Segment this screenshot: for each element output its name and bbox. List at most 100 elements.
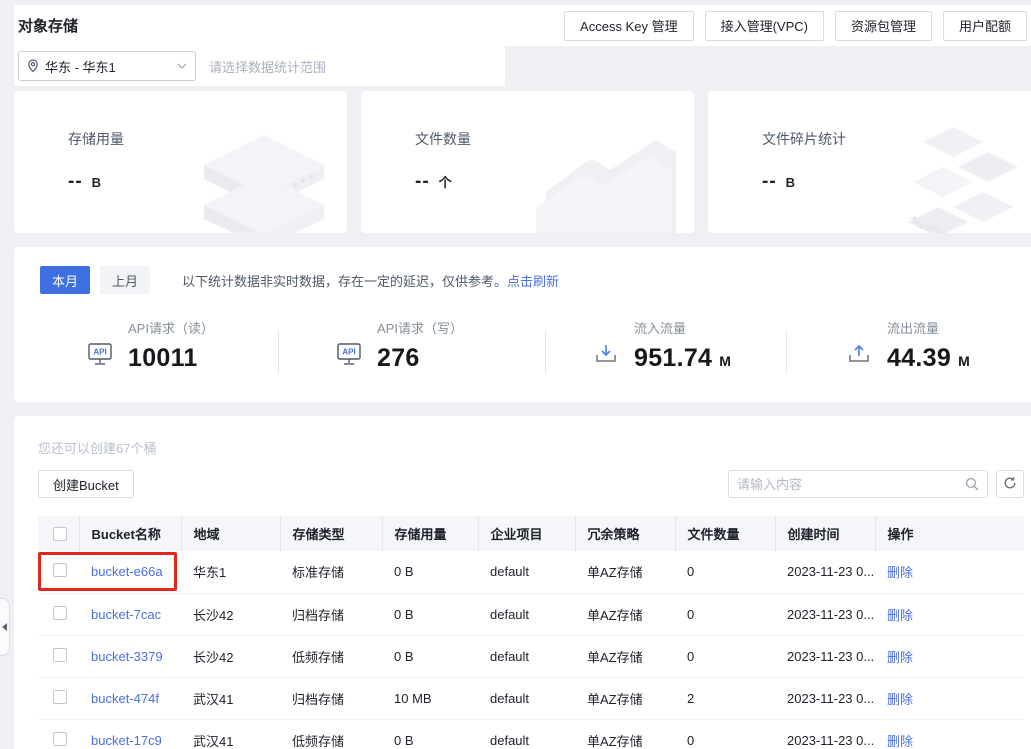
column-header-bucket-name: Bucket名称 — [79, 516, 181, 551]
table-row: bucket-3379 长沙42 低频存储 0 B default 单AZ存储 … — [38, 635, 1024, 677]
column-header-enterprise-project: 企业项目 — [478, 516, 575, 551]
column-header-actions: 操作 — [875, 516, 1024, 551]
row-checkbox[interactable] — [53, 563, 67, 577]
chevron-down-icon — [177, 63, 187, 69]
bucket-name-link[interactable]: bucket-474f — [91, 691, 159, 706]
download-tray-icon — [592, 342, 620, 373]
access-key-management-button[interactable]: Access Key 管理 — [564, 11, 694, 41]
file-count-cell: 0 — [675, 635, 775, 677]
location-pin-icon — [27, 59, 39, 73]
created-time-cell: 2023-11-23 0... — [775, 677, 875, 719]
metric-value: 44.39 — [887, 344, 951, 373]
bucket-name-link[interactable]: bucket-7cac — [91, 607, 161, 622]
metric-api-write: API API请求（写） 276 — [279, 318, 546, 373]
column-header-storage-usage: 存储用量 — [382, 516, 478, 551]
api-monitor-icon: API — [335, 342, 363, 373]
api-monitor-icon: API — [86, 342, 114, 373]
bucket-table-wrap: Bucket名称 地域 存储类型 存储用量 企业项目 冗余策略 文件数量 创建时… — [38, 516, 1024, 749]
refresh-data-link[interactable]: 点击刷新 — [507, 274, 559, 289]
traffic-stats-panel: 本月 上月 以下统计数据非实时数据，存在一定的延迟，仅供参考。点击刷新 API … — [14, 247, 1031, 402]
metric-label: 流出流量 — [887, 318, 970, 337]
refresh-icon — [1003, 476, 1017, 493]
refresh-list-button[interactable] — [996, 470, 1024, 498]
bucket-name-link[interactable]: bucket-3379 — [91, 649, 163, 664]
table-row: bucket-7cac 长沙42 归档存储 0 B default 单AZ存储 … — [38, 593, 1024, 635]
enterprise-project-cell: default — [478, 551, 575, 593]
tab-last-month[interactable]: 上月 — [100, 266, 150, 294]
file-count-cell: 2 — [675, 677, 775, 719]
redundancy-cell: 单AZ存储 — [575, 635, 675, 677]
enterprise-project-cell: default — [478, 635, 575, 677]
page-title: 对象存储 — [18, 15, 78, 36]
storage-type-cell: 标准存储 — [280, 551, 382, 593]
card-unit: B — [786, 175, 795, 190]
row-checkbox[interactable] — [53, 606, 67, 620]
bucket-quota-hint: 您还可以创建67个桶 — [38, 438, 1024, 457]
file-count-card: 文件数量 -- 个 — [361, 91, 694, 233]
folder-illustration — [526, 122, 676, 233]
delete-link[interactable]: 删除 — [887, 565, 913, 580]
region-cell: 武汉41 — [181, 719, 280, 749]
storage-usage-cell: 0 B — [382, 593, 478, 635]
search-box — [728, 470, 988, 498]
enterprise-project-cell: default — [478, 593, 575, 635]
tab-current-month[interactable]: 本月 — [40, 266, 90, 294]
card-value: -- — [415, 171, 430, 193]
svg-text:API: API — [342, 348, 355, 357]
column-header-file-count: 文件数量 — [675, 516, 775, 551]
delete-link[interactable]: 删除 — [887, 692, 913, 707]
top-bar: 对象存储 Access Key 管理 接入管理(VPC) 资源包管理 用户配额 — [14, 5, 1031, 46]
metric-outbound-traffic: 流出流量 44.39 M — [787, 318, 1031, 373]
delete-link[interactable]: 删除 — [887, 650, 913, 665]
bucket-list-panel: 您还可以创建67个桶 创建Bucket — [14, 416, 1031, 749]
bucket-name-link[interactable]: bucket-17c9 — [91, 733, 162, 748]
user-quota-button[interactable]: 用户配额 — [943, 11, 1027, 41]
search-icon[interactable] — [965, 477, 987, 491]
delete-link[interactable]: 删除 — [887, 608, 913, 623]
row-checkbox[interactable] — [53, 690, 67, 704]
bucket-table-body: bucket-e66a 华东1 标准存储 0 B default 单AZ存储 0… — [38, 551, 1024, 749]
enterprise-project-cell: default — [478, 719, 575, 749]
vpc-access-management-button[interactable]: 接入管理(VPC) — [705, 11, 824, 41]
metric-api-read: API API请求（读） 10011 — [40, 318, 279, 373]
bucket-name-link[interactable]: bucket-e66a — [91, 564, 163, 579]
delete-link[interactable]: 删除 — [887, 734, 913, 749]
create-bucket-button[interactable]: 创建Bucket — [38, 470, 134, 498]
fragments-illustration — [883, 122, 1023, 233]
metric-value: 276 — [377, 344, 420, 373]
server-stack-illustration — [199, 127, 329, 233]
bucket-toolbar: 创建Bucket — [38, 470, 1024, 498]
region-select[interactable]: 华东 - 华东1 — [18, 51, 196, 81]
redundancy-cell: 单AZ存储 — [575, 593, 675, 635]
redundancy-cell: 单AZ存储 — [575, 551, 675, 593]
stats-notice: 以下统计数据非实时数据，存在一定的延迟，仅供参考。点击刷新 — [182, 271, 559, 290]
metric-value: 951.74 — [634, 344, 712, 373]
stats-notice-text: 以下统计数据非实时数据，存在一定的延迟，仅供参考。 — [182, 274, 507, 289]
redundancy-cell: 单AZ存储 — [575, 677, 675, 719]
metric-unit: M — [719, 353, 731, 369]
select-all-checkbox[interactable] — [53, 527, 67, 541]
file-fragments-card: 文件碎片统计 -- B — [708, 91, 1031, 233]
file-count-cell: 0 — [675, 719, 775, 749]
column-header-region: 地域 — [181, 516, 280, 551]
card-value: -- — [762, 171, 777, 193]
metric-inbound-traffic: 流入流量 951.74 M — [546, 318, 787, 373]
bucket-table: Bucket名称 地域 存储类型 存储用量 企业项目 冗余策略 文件数量 创建时… — [38, 516, 1024, 749]
enterprise-project-cell: default — [478, 677, 575, 719]
storage-type-cell: 低频存储 — [280, 635, 382, 677]
stats-tabs-row: 本月 上月 以下统计数据非实时数据，存在一定的延迟，仅供参考。点击刷新 — [40, 266, 1031, 294]
search-input[interactable] — [729, 477, 965, 492]
storage-usage-cell: 0 B — [382, 719, 478, 749]
metric-value: 10011 — [128, 344, 198, 373]
file-count-cell: 0 — [675, 593, 775, 635]
row-checkbox[interactable] — [53, 732, 67, 746]
collapse-arrow-icon — [2, 623, 7, 631]
metric-label: 流入流量 — [634, 318, 731, 337]
summary-cards-row: 存储用量 -- B 文件数量 -- 个 — [14, 91, 1031, 233]
table-header-row: Bucket名称 地域 存储类型 存储用量 企业项目 冗余策略 文件数量 创建时… — [38, 516, 1024, 551]
table-row: bucket-474f 武汉41 归档存储 10 MB default 单AZ存… — [38, 677, 1024, 719]
resource-package-management-button[interactable]: 资源包管理 — [835, 11, 932, 41]
storage-usage-cell: 10 MB — [382, 677, 478, 719]
row-checkbox[interactable] — [53, 648, 67, 662]
sidebar-collapse-handle[interactable] — [0, 598, 10, 656]
